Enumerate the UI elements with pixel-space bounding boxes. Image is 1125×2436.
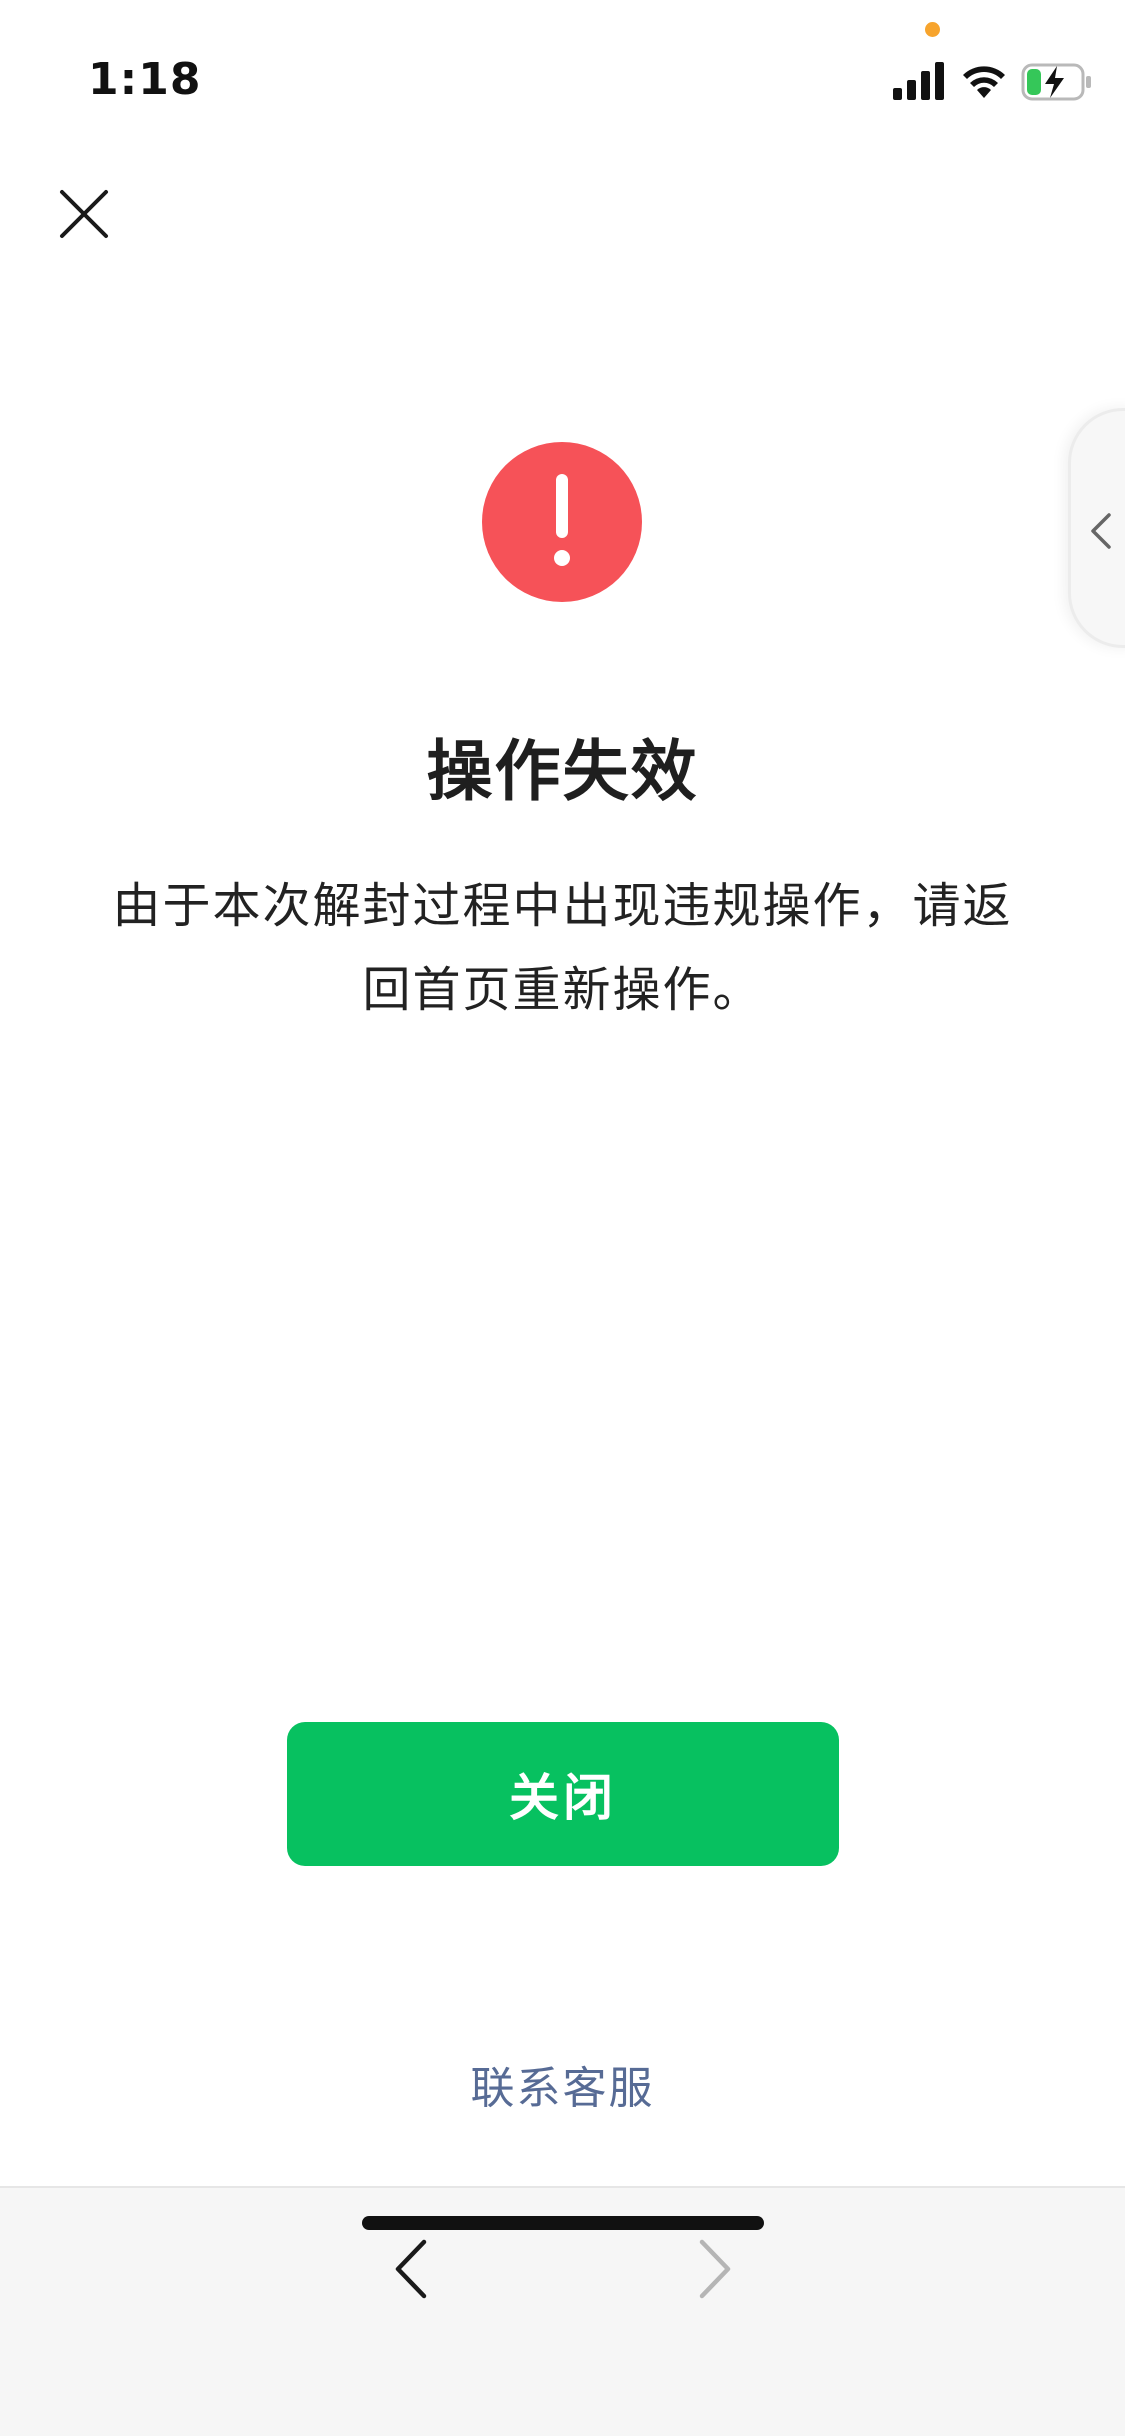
contact-support-link[interactable]: 联系客服 [0,2052,1125,2116]
result-title: 操作失效 [426,733,699,810]
close-icon[interactable] [56,186,112,242]
status-icons [893,62,1093,106]
exclamation-icon [482,442,642,602]
signal-icon [893,62,944,100]
chevron-right-icon[interactable] [694,2236,736,2302]
battery-charging-icon [1021,63,1091,101]
chevron-left-icon[interactable] [390,2236,432,2302]
page: 1:18 操作失效 由于本次解封过程中出现违规操作，请返回首页重新操作。 关闭 … [0,0,1125,2436]
status-bar: 1:18 [0,0,1125,140]
result-message: 由于本次解封过程中出现违规操作，请返回首页重新操作。 [112,878,1013,1018]
wifi-icon [963,66,1005,98]
close-button[interactable]: 关闭 [287,1722,839,1866]
side-floating-tab[interactable] [1068,408,1125,648]
status-time: 1:18 [88,54,202,105]
chevron-left-icon [1091,513,1111,549]
privacy-indicator-dot [925,22,940,37]
home-indicator [362,2216,764,2230]
